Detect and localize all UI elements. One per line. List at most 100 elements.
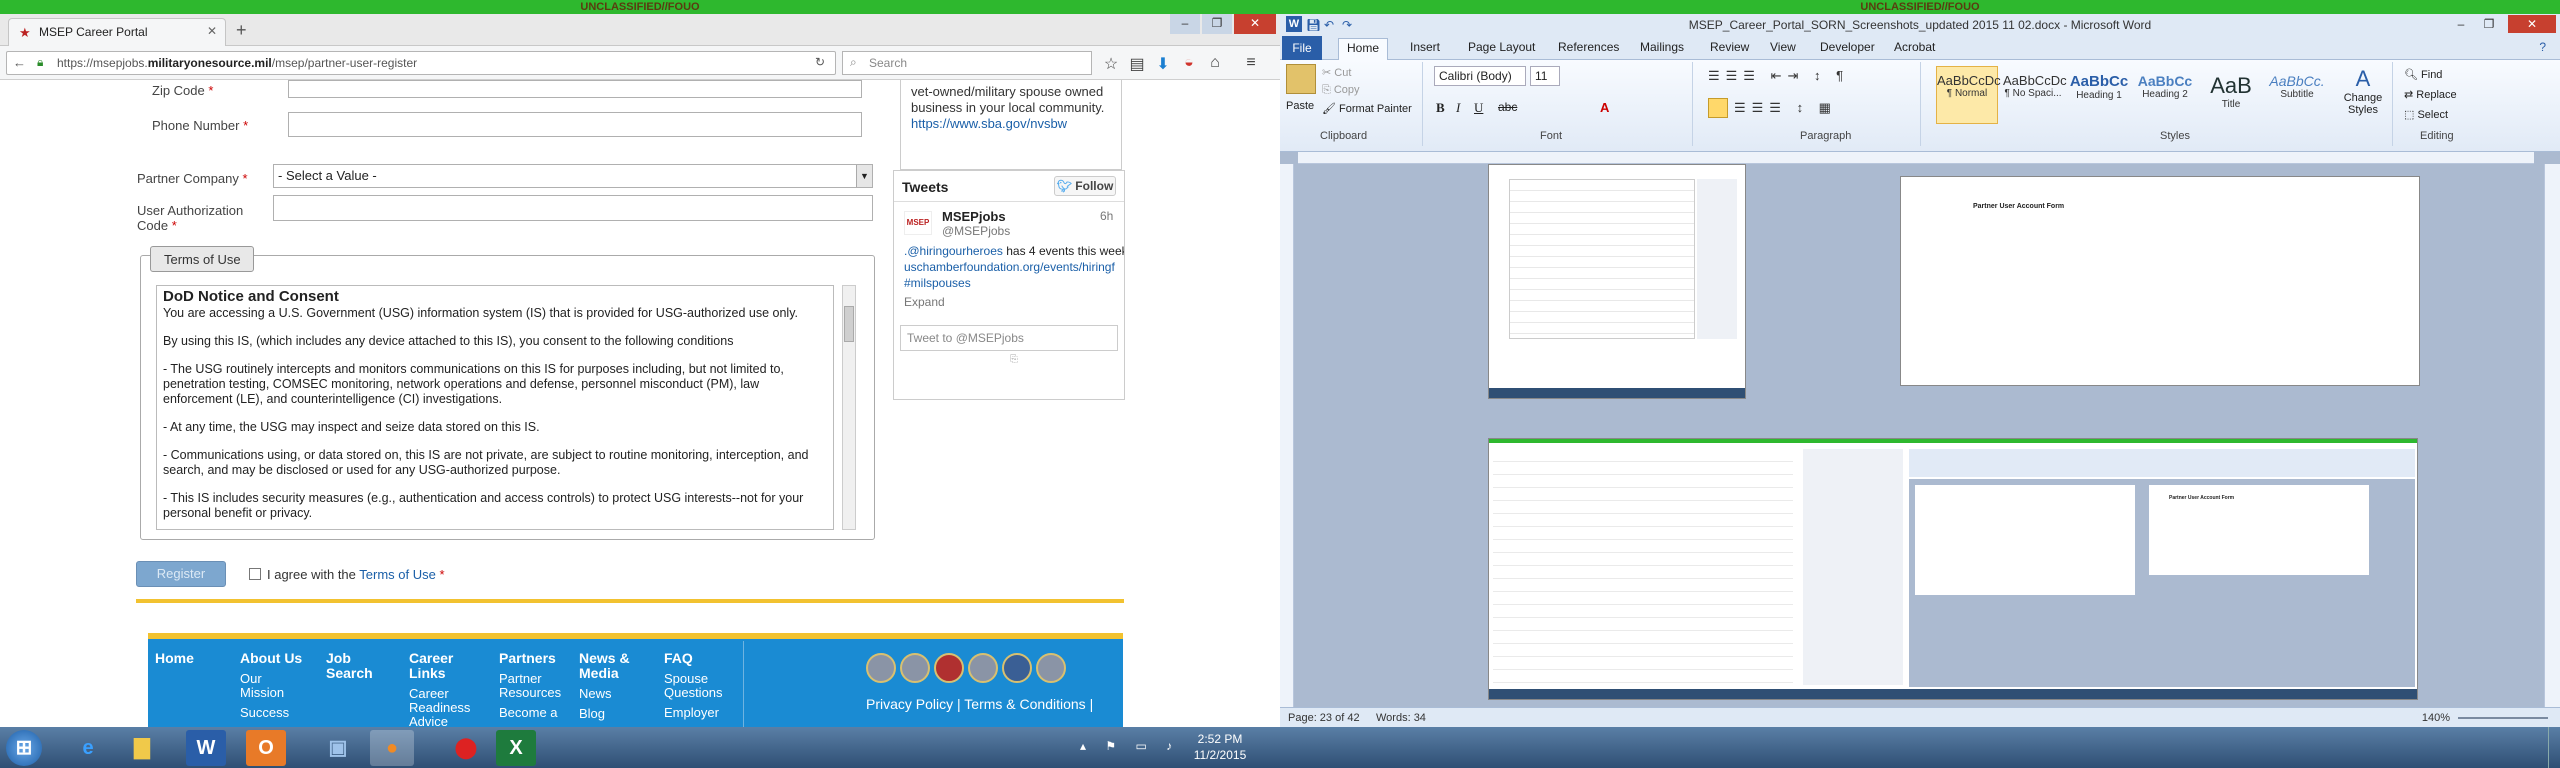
align-left-button[interactable] [1708,98,1728,118]
embed-icon[interactable]: ⎘ [1010,354,1018,365]
pocket-icon[interactable]: ◒ [1178,54,1200,74]
tab-acrobat[interactable]: Acrobat [1894,40,1935,54]
tab-insert[interactable]: Insert [1410,40,1440,54]
bookmark-star-icon[interactable]: ☆ [1100,54,1122,74]
vertical-ruler[interactable] [1280,164,1294,707]
show-desktop-button[interactable] [2548,727,2560,768]
agree-checkbox[interactable] [249,568,261,580]
tab-references[interactable]: References [1558,40,1619,54]
zip-field[interactable] [288,80,862,98]
style-heading-1[interactable]: AaBbCc Heading 1 [2068,66,2130,124]
acrobat-icon[interactable]: ⬤ [444,730,488,766]
footer-job-search[interactable]: Job Search [326,651,373,681]
maximize-button[interactable]: ❐ [1202,14,1232,34]
tweet-to-input[interactable]: Tweet to @MSEPjobs [900,325,1118,351]
tab-page-layout[interactable]: Page Layout [1468,40,1535,54]
expand-link[interactable]: Expand [904,295,945,309]
terms-scrollbar[interactable] [842,285,856,530]
tab-home[interactable]: Home [1338,38,1389,60]
select-button[interactable]: ⬚ Select [2404,108,2448,121]
style-heading-2[interactable]: AaBbCc Heading 2 [2134,66,2196,124]
explorer-icon[interactable]: ▇ [120,730,164,766]
word-minimize-button[interactable]: – [2448,15,2474,33]
tab-developer[interactable]: Developer [1820,40,1875,54]
excel-icon[interactable]: X [496,730,536,766]
firefox-taskbar-icon[interactable]: ● [370,730,414,766]
undo-icon[interactable]: ↶ [1324,14,1334,36]
style-normal[interactable]: AaBbCcDc ¶ Normal [1936,66,2001,124]
font-size-field[interactable]: 11 [1530,66,1560,86]
save-icon[interactable]: 💾︎ [1306,14,1321,36]
phone-field[interactable] [288,112,862,137]
paste-button[interactable]: Paste [1286,100,1314,112]
account-name[interactable]: MSEPjobs [942,209,1006,224]
copy-button[interactable]: ⎘ Copy [1322,84,1360,97]
cut-button[interactable]: ✂ Cut [1322,66,1351,79]
document-area[interactable]: Partner User Account Form Partner User A… [1280,152,2560,707]
tweet-mention[interactable]: .@hiringourheroes [904,244,1003,258]
feed-link[interactable]: https://www.sba.gov/nvsbw [911,116,1111,132]
tweet-link[interactable]: uschamberfoundation.org/events/hiringf [904,260,1115,274]
avatar[interactable]: MSEP [904,211,932,235]
clock[interactable]: 2:52 PM 11/2/2015 [1180,731,1260,763]
terms-textarea[interactable]: DoD Notice and Consent You are accessing… [156,285,834,530]
screenshot-image-2[interactable]: Partner User Account Form [1488,438,2418,700]
close-window-button[interactable]: ✕ [1234,14,1276,34]
auth-code-field[interactable] [273,195,873,221]
replace-button[interactable]: ⇄ Replace [2404,88,2457,101]
menu-icon[interactable]: ≡ [1240,54,1262,74]
home-icon[interactable]: ⌂ [1204,54,1226,74]
tweet-age[interactable]: 6h [1100,209,1113,223]
bold-button[interactable]: B [1436,100,1445,116]
tab-review[interactable]: Review [1710,40,1749,54]
list-buttons[interactable]: ☰☰☰ ⇤⇥ ↕ ¶ [1708,68,1849,84]
word-vertical-scrollbar[interactable] [2544,164,2560,707]
url-bar[interactable]: ← 🔒︎ https://msepjobs.militaryonesource.… [6,51,836,75]
find-button[interactable]: 🔍︎ Find [2404,68,2442,81]
zoom-level[interactable]: 140% [2422,708,2450,727]
register-button[interactable]: Register [136,561,226,587]
horizontal-ruler[interactable] [1298,152,2534,164]
paste-icon[interactable] [1286,64,1316,94]
search-input[interactable]: ⌕ Search [842,51,1092,75]
chevron-down-icon[interactable]: ▼ [856,165,872,187]
word-taskbar-icon[interactable]: W [186,730,226,766]
strikethrough-button[interactable]: abc [1498,100,1517,114]
tab-mailings[interactable]: Mailings [1640,40,1684,54]
italic-button[interactable]: I [1456,100,1460,116]
word-maximize-button[interactable]: ❐ [2476,15,2502,33]
change-styles-button[interactable]: A Change Styles [2340,66,2386,116]
word-close-button[interactable]: ✕ [2508,15,2556,33]
privacy-links[interactable]: Privacy Policy | Terms & Conditions | [866,696,1093,712]
outlook-icon[interactable]: O [246,730,286,766]
footer-home[interactable]: Home [155,651,194,666]
ie-icon[interactable]: e [66,730,110,766]
start-button[interactable]: ⊞ [6,730,42,766]
minimize-button[interactable]: – [1170,14,1200,34]
tab-msep[interactable]: ★ MSEP Career Portal ✕ [8,18,226,46]
format-painter-button[interactable]: 🖌︎ Format Painter [1322,102,1412,115]
page-count[interactable]: Page: 23 of 42 [1288,708,1360,727]
tray-icons[interactable]: ▴ ⚑ ▭ ♪ [1080,739,1180,753]
tab-file[interactable]: File [1282,36,1322,60]
terms-of-use-button[interactable]: Terms of Use [150,246,254,272]
style-title[interactable]: AaB Title [2200,66,2262,124]
account-handle[interactable]: @MSEPjobs [942,224,1010,238]
partner-select[interactable]: - Select a Value - ▼ [273,164,873,188]
scroll-thumb[interactable] [844,306,854,342]
download-icon[interactable]: ⬇ [1152,54,1174,74]
zoom-slider[interactable] [2458,717,2548,719]
underline-button[interactable]: U [1474,100,1483,116]
new-tab-button[interactable]: + [236,20,247,41]
align-buttons[interactable]: ☰☰☰ ↕ ▦ [1734,100,1837,116]
close-tab-icon[interactable]: ✕ [207,24,217,38]
tab-view[interactable]: View [1770,40,1796,54]
word-count[interactable]: Words: 34 [1376,708,1426,727]
style-no-spacing[interactable]: AaBbCcDc ¶ No Spaci... [2002,66,2067,124]
redo-icon[interactable]: ↷ [1342,14,1352,36]
terms-link[interactable]: Terms of Use [359,567,436,582]
reading-list-icon[interactable]: ▤ [1126,54,1148,74]
app-icon[interactable]: ▣ [316,730,360,766]
help-icon[interactable]: ? [2539,40,2546,54]
font-name-field[interactable]: Calibri (Body) [1434,66,1526,86]
